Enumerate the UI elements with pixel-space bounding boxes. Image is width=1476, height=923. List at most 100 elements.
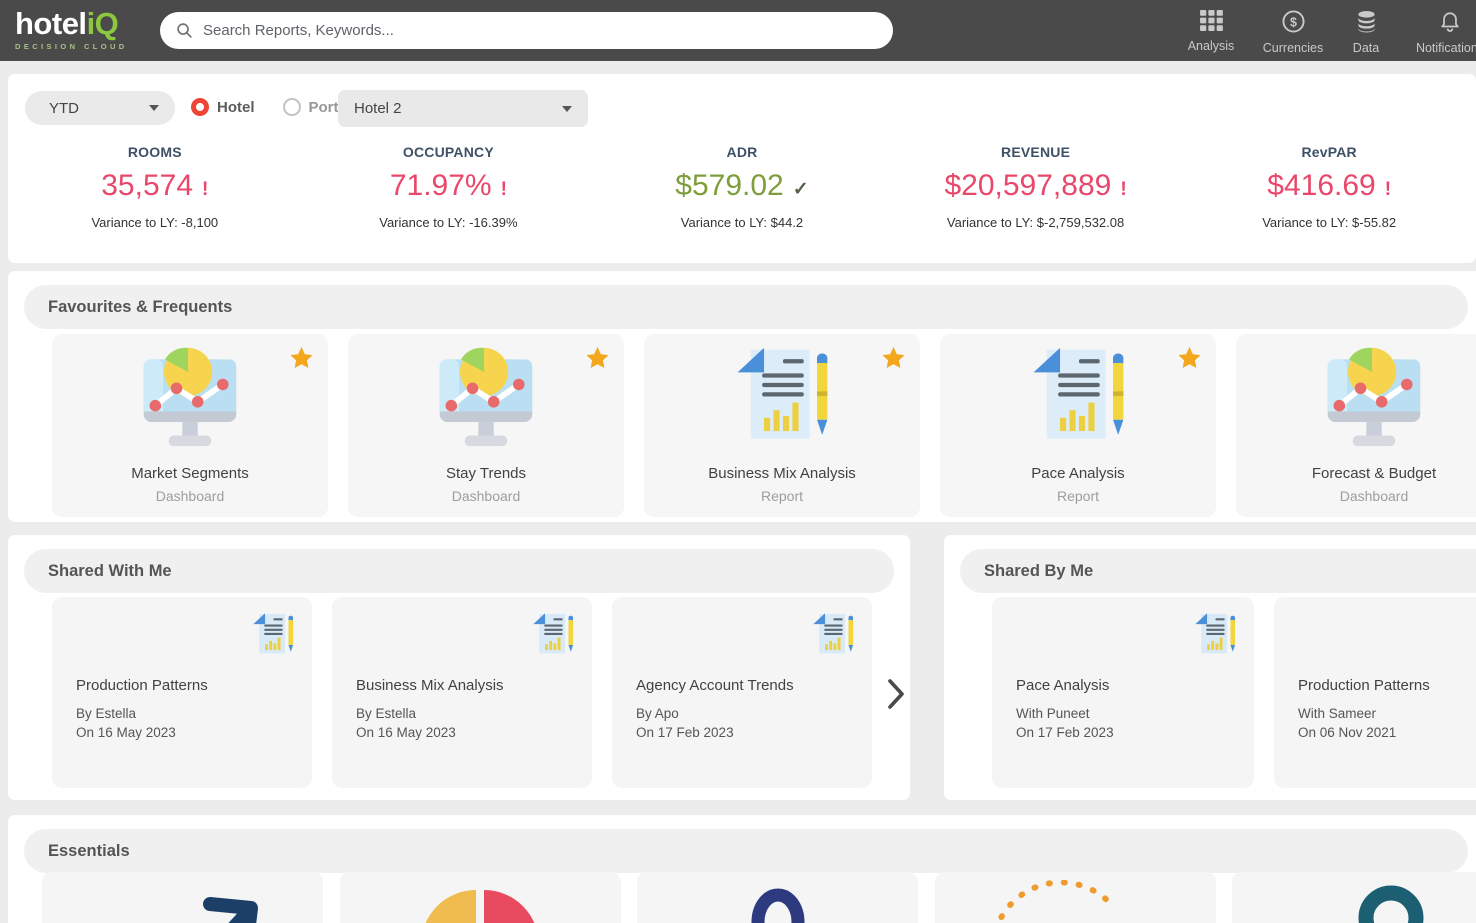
report-document-icon: [737, 347, 828, 439]
shared-card-recipient: With Sameer: [1298, 706, 1377, 721]
nav-notifications[interactable]: Notifications: [1405, 10, 1476, 55]
favourite-card-business-mix-analysis[interactable]: Business Mix Analysis Report: [644, 334, 920, 517]
essentials-card-4[interactable]: [935, 872, 1216, 923]
favourite-card-title: Stay Trends: [445, 465, 527, 482]
essentials-header: Essentials: [24, 829, 1468, 873]
svg-text:$: $: [1290, 15, 1297, 29]
kpi-value: 71.97%!: [389, 169, 507, 202]
kpi-label: ROOMS: [127, 144, 182, 160]
kpi-value: $416.69!: [1267, 169, 1392, 202]
report-document-icon: [1195, 613, 1236, 654]
favourites-title: Favourites & Frequents: [48, 297, 233, 316]
dashboard-monitor-icon: [439, 347, 533, 447]
nav-data[interactable]: Data: [1340, 10, 1392, 55]
shared-by-me-header: Shared By Me: [960, 549, 1476, 593]
nav-currencies[interactable]: $ Currencies: [1256, 10, 1330, 55]
favourite-card-pace-analysis[interactable]: Pace Analysis Report: [940, 334, 1216, 517]
shared-card-title: Business Mix Analysis: [356, 677, 504, 694]
shared-card-title: Production Patterns: [76, 677, 208, 694]
kpi-variance: Variance to LY: -16.39%: [379, 215, 518, 230]
shared-card-agency-account-trends[interactable]: Agency Account Trends By Apo On 17 Feb 2…: [612, 597, 872, 788]
hotel-radio[interactable]: [191, 98, 209, 116]
shared-card-production-patterns-by-me[interactable]: Production Patterns With Sameer On 06 No…: [1274, 597, 1476, 788]
shared-card-date: On 16 May 2023: [76, 725, 176, 740]
essentials-title: Essentials: [48, 841, 130, 860]
pie-chart-icon: [425, 890, 534, 923]
top-navigation-bar: hoteliQ DECISION CLOUD Analysis $ Curren…: [0, 0, 1476, 61]
favourite-card-market-segments[interactable]: Market Segments Dashboard: [52, 334, 328, 517]
favourite-star-icon[interactable]: [1176, 345, 1203, 372]
logo-iq-text: iQ: [86, 6, 119, 41]
shared-card-production-patterns[interactable]: Production Patterns By Estella On 16 May…: [52, 597, 312, 788]
nav-currencies-label: Currencies: [1262, 41, 1324, 55]
nav-data-label: Data: [1352, 41, 1380, 55]
period-dropdown[interactable]: YTD: [25, 91, 175, 125]
shared-card-author: By Estella: [76, 706, 137, 721]
report-document-icon: [533, 613, 574, 654]
kpi-revpar: RevPAR $416.69! Variance to LY: $-55.82: [1182, 144, 1476, 230]
logo-hotel-text: hotel: [15, 6, 87, 41]
bell-icon: [1441, 12, 1459, 32]
favourite-card-title: Pace Analysis: [1031, 465, 1125, 482]
kpi-variance: Variance to LY: $44.2: [680, 215, 804, 230]
essentials-card-1[interactable]: [42, 872, 323, 923]
portfolio-radio[interactable]: [282, 98, 301, 116]
chevron-down-icon: [562, 105, 572, 112]
favourite-card-forecast-budget[interactable]: Forecast & Budget Dashboard: [1236, 334, 1476, 517]
favourite-star-icon[interactable]: [584, 345, 611, 372]
favourite-star-icon[interactable]: [880, 345, 907, 372]
favourite-card-stay-trends[interactable]: Stay Trends Dashboard: [348, 334, 624, 517]
kpi-label: ADR: [726, 144, 758, 160]
database-icon: [1357, 10, 1375, 33]
kpi-variance: Variance to LY: $-55.82: [1262, 215, 1397, 230]
logo-wordmark: hoteliQ: [15, 8, 128, 39]
dollar-circle-icon: $: [1281, 10, 1305, 33]
nav-notifications-label: Notifications: [1415, 41, 1476, 55]
shared-card-business-mix-analysis[interactable]: Business Mix Analysis By Estella On 16 M…: [332, 597, 592, 788]
favourite-star-icon[interactable]: [288, 345, 315, 372]
nav-analysis[interactable]: Analysis: [1180, 10, 1242, 53]
kpi-variance: Variance to LY: $-2,759,532.08: [946, 215, 1125, 230]
kpi-value: $20,597,889!: [944, 169, 1127, 202]
dashboard-monitor-icon: [143, 347, 237, 447]
essentials-card-3[interactable]: [637, 872, 918, 923]
shared-with-me-panel: Shared With Me Production Patterns By Es…: [8, 535, 910, 800]
kpi-rooms: ROOMS 35,574! Variance to LY: -8,100: [8, 144, 302, 230]
shared-with-me-header: Shared With Me: [24, 549, 894, 593]
global-search-bar[interactable]: [160, 12, 893, 49]
shared-card-recipient: With Puneet: [1016, 706, 1090, 721]
hotel-radio-label[interactable]: Hotel: [217, 99, 255, 116]
shared-card-date: On 16 May 2023: [356, 725, 456, 740]
essentials-card-5[interactable]: [1232, 872, 1476, 923]
period-dropdown-value: YTD: [49, 99, 79, 117]
essentials-panel: Essentials: [8, 815, 1476, 923]
search-input[interactable]: [203, 22, 843, 39]
chain-links-icon: [1358, 885, 1423, 923]
report-document-icon: [1033, 347, 1124, 439]
shared-card-author: By Estella: [356, 706, 417, 721]
shared-card-author: By Apo: [636, 706, 679, 721]
kpi-value: $579.02 ✓: [675, 169, 809, 202]
shared-card-pace-analysis[interactable]: Pace Analysis With Puneet On 17 Feb 2023: [992, 597, 1254, 788]
report-document-icon: [813, 613, 854, 654]
carousel-next-button[interactable]: [879, 672, 913, 716]
favourite-card-subtitle: Dashboard: [1339, 488, 1409, 504]
kpi-label: OCCUPANCY: [402, 144, 494, 160]
shared-by-me-panel: Shared By Me Pace Analysis With Puneet O…: [944, 535, 1476, 800]
hotel-dropdown[interactable]: Hotel 2: [338, 90, 588, 127]
shared-card-title: Pace Analysis: [1016, 677, 1110, 694]
kpi-occupancy: OCCUPANCY 71.97%! Variance to LY: -16.39…: [302, 144, 596, 230]
favourite-card-title: Market Segments: [131, 465, 249, 482]
logo-tagline: DECISION CLOUD: [15, 42, 128, 51]
kpi-status-indicator: !: [1384, 179, 1392, 200]
app-window: hoteliQ DECISION CLOUD Analysis $ Curren…: [0, 0, 1476, 923]
shared-card-title: Production Patterns: [1298, 677, 1430, 694]
favourite-card-subtitle: Dashboard: [155, 488, 225, 504]
kpi-revenue: REVENUE $20,597,889! Variance to LY: $-2…: [889, 144, 1183, 230]
kpi-adr: ADR $579.02 ✓ Variance to LY: $44.2: [595, 144, 889, 230]
hoteliq-logo[interactable]: hoteliQ DECISION CLOUD: [15, 8, 128, 51]
shared-with-me-title: Shared With Me: [48, 561, 172, 580]
report-document-icon: [253, 613, 294, 654]
essentials-card-2[interactable]: [340, 872, 621, 923]
kpi-label: RevPAR: [1301, 144, 1357, 160]
